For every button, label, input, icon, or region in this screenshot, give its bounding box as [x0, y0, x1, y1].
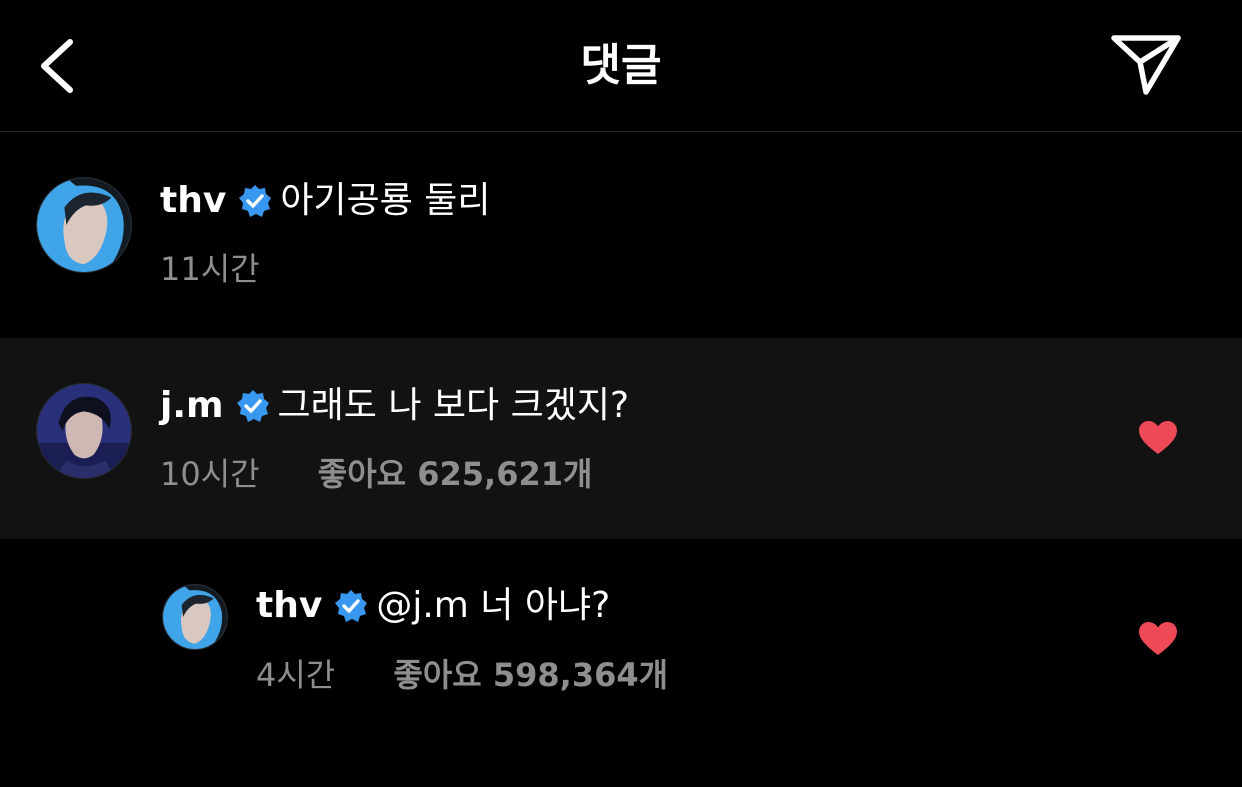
share-button[interactable] — [1108, 32, 1184, 100]
avatar[interactable] — [36, 177, 132, 273]
comment-text: 그래도 나 보다 크겠지? — [277, 385, 630, 426]
profile-photo — [163, 585, 227, 649]
comment-meta: 11시간 — [160, 248, 260, 290]
comment-text: @j.m 너 아냐? — [376, 585, 611, 626]
comment-header: j.m 그래도 나 보다 크겠지? — [160, 383, 629, 429]
header-bar: 댓글 — [0, 0, 1242, 132]
like-count[interactable]: 좋아요 625,621개 — [318, 453, 593, 495]
heart-filled-icon — [1139, 421, 1177, 454]
avatar[interactable] — [162, 584, 228, 650]
comment-text: 아기공룡 둘리 — [280, 180, 491, 221]
like-button[interactable] — [1138, 621, 1178, 657]
username[interactable]: thv — [256, 583, 322, 629]
page-title: 댓글 — [580, 40, 662, 91]
username[interactable]: thv — [160, 178, 226, 224]
comment-header: thv 아기공룡 둘리 — [160, 178, 490, 224]
comment-item: thv 아기공룡 둘리 11시간 — [0, 133, 1242, 337]
verified-badge-icon — [238, 184, 272, 218]
profile-photo — [37, 178, 131, 272]
timestamp: 11시간 — [160, 250, 260, 288]
avatar[interactable] — [36, 383, 132, 479]
like-count[interactable]: 좋아요 598,364개 — [393, 654, 668, 696]
profile-photo — [37, 384, 131, 478]
heart-filled-icon — [1139, 622, 1177, 655]
verified-badge-icon — [236, 389, 270, 423]
verified-badge-icon — [334, 589, 368, 623]
paper-plane-icon — [1111, 35, 1181, 95]
timestamp: 10시간 — [160, 455, 260, 493]
timestamp: 4시간 — [256, 656, 336, 694]
comment-meta: 4시간 좋아요 598,364개 — [256, 654, 668, 696]
like-button[interactable] — [1138, 420, 1178, 456]
reply-item: thv @j.m 너 아냐? 4시간 좋아요 598,364개 — [0, 540, 1242, 740]
comment-item: j.m 그래도 나 보다 크겠지? 10시간 좋아요 625,621개 — [0, 338, 1242, 539]
comment-header: thv @j.m 너 아냐? — [256, 583, 610, 629]
comment-meta: 10시간 좋아요 625,621개 — [160, 453, 592, 495]
username[interactable]: j.m — [160, 383, 224, 429]
